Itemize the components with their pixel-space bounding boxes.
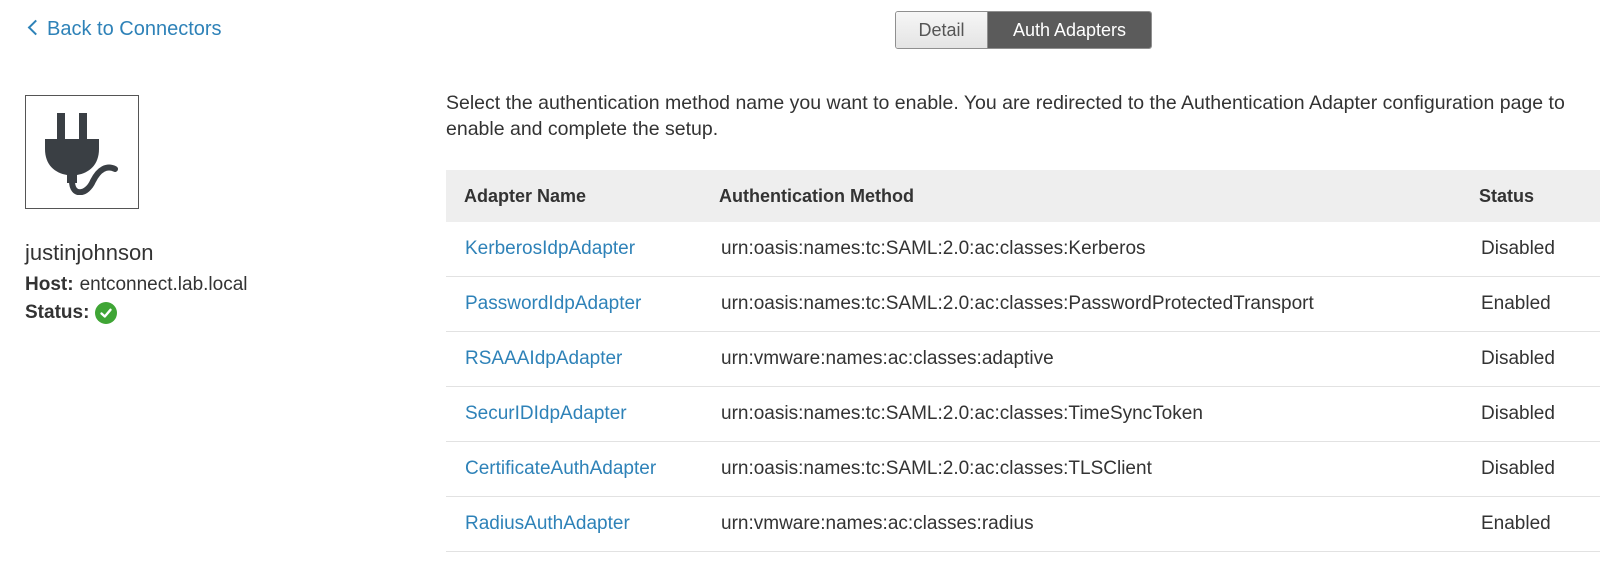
- check-circle-icon: [95, 302, 118, 324]
- plug-icon: [45, 113, 118, 195]
- status-label: Status:: [25, 302, 90, 323]
- adapter-name-link[interactable]: RSAAAIdpAdapter: [446, 348, 717, 370]
- connector-name: justinjohnson: [25, 240, 154, 265]
- back-link-label: Back to Connectors: [47, 18, 222, 40]
- table-header: Adapter Name Authentication Method Statu…: [446, 170, 1600, 222]
- adapter-name-link[interactable]: KerberosIdpAdapter: [446, 238, 717, 260]
- connector-icon-frame: [25, 95, 139, 209]
- auth-method-cell: urn:oasis:names:tc:SAML:2.0:ac:classes:T…: [721, 403, 1203, 424]
- header-status: Status: [1479, 185, 1535, 206]
- chevron-left-icon: [27, 19, 44, 36]
- instructions-text: Select the authentication method name yo…: [446, 92, 1565, 140]
- back-to-connectors-link[interactable]: Back to Connectors: [27, 18, 222, 41]
- view-tabs: Detail Auth Adapters: [895, 11, 1152, 49]
- adapter-name-link[interactable]: SecurIDIdpAdapter: [446, 403, 717, 425]
- table-row: SecurIDIdpAdapter urn:oasis:names:tc:SAM…: [446, 387, 1600, 442]
- host-label: Host:: [25, 274, 74, 295]
- status-cell: Disabled: [1481, 238, 1555, 259]
- adapter-name-link[interactable]: CertificateAuthAdapter: [446, 458, 717, 480]
- status-row: Status:: [25, 302, 118, 324]
- table-row: CertificateAuthAdapter urn:oasis:names:t…: [446, 442, 1600, 497]
- connector-detail-page: Back to Connectors Detail Auth Adapters …: [0, 0, 1600, 562]
- adapter-name-link[interactable]: PasswordIdpAdapter: [446, 293, 717, 315]
- status-cell: Disabled: [1481, 403, 1555, 424]
- header-auth-method: Authentication Method: [719, 185, 914, 206]
- status-cell: Enabled: [1481, 293, 1551, 314]
- tab-auth-adapters[interactable]: Auth Adapters: [988, 12, 1151, 48]
- host-value: entconnect.lab.local: [79, 274, 248, 295]
- tab-detail[interactable]: Detail: [896, 12, 988, 48]
- table-row: RadiusAuthAdapter urn:vmware:names:ac:cl…: [446, 497, 1600, 552]
- status-cell: Disabled: [1481, 458, 1555, 479]
- table-row: PasswordIdpAdapter urn:oasis:names:tc:SA…: [446, 277, 1600, 332]
- auth-method-cell: urn:oasis:names:tc:SAML:2.0:ac:classes:K…: [721, 238, 1146, 259]
- host-row: Host: entconnect.lab.local: [25, 274, 248, 296]
- adapter-name-link[interactable]: RadiusAuthAdapter: [446, 513, 717, 535]
- auth-method-cell: urn:vmware:names:ac:classes:radius: [721, 513, 1034, 534]
- table-row: KerberosIdpAdapter urn:oasis:names:tc:SA…: [446, 222, 1600, 277]
- status-cell: Enabled: [1481, 513, 1551, 534]
- header-adapter-name: Adapter Name: [464, 185, 587, 206]
- auth-method-cell: urn:oasis:names:tc:SAML:2.0:ac:classes:P…: [721, 293, 1314, 314]
- table-row: RSAAAIdpAdapter urn:vmware:names:ac:clas…: [446, 332, 1600, 387]
- auth-method-cell: urn:vmware:names:ac:classes:adaptive: [721, 348, 1054, 369]
- auth-adapters-table: Adapter Name Authentication Method Statu…: [446, 170, 1600, 552]
- status-cell: Disabled: [1481, 348, 1555, 369]
- auth-method-cell: urn:oasis:names:tc:SAML:2.0:ac:classes:T…: [721, 458, 1152, 479]
